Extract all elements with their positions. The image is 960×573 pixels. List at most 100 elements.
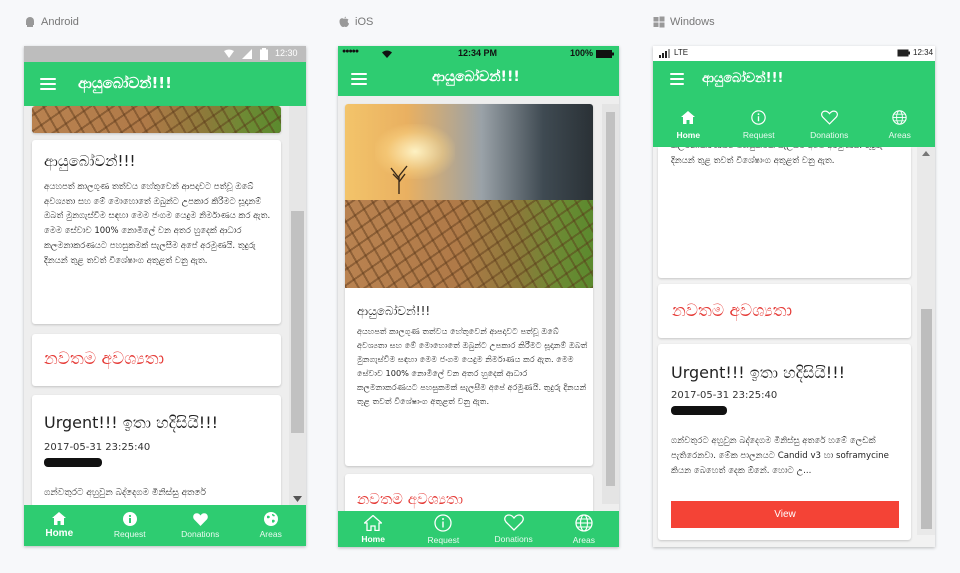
apple-icon: [339, 16, 349, 27]
heart-icon: [503, 514, 524, 531]
windows-status-bar: LTE 12:34: [653, 46, 935, 61]
battery-icon: [897, 49, 910, 57]
tab-label: Home: [676, 129, 701, 140]
tab-areas[interactable]: Areas: [236, 505, 307, 546]
wifi-icon: [224, 49, 234, 58]
urgent-timestamp: 2017-05-31 23:25:40: [671, 390, 778, 401]
platform-label-ios: iOS: [338, 16, 373, 28]
status-time: 12:34 PM: [458, 48, 498, 58]
windows-tab-bar: Home Request Donations Areas: [653, 105, 935, 145]
urgent-body: ගන්වතුරට අහුවුන බද්දෙගම මිනිස්සු අතරේ: [44, 488, 206, 498]
welcome-body: අයහපත් කාලගුණ තත්වය හේතුවෙන් ආපදාවට පත්ව…: [357, 326, 588, 407]
ios-app-bar: ආයුබෝවන්!!!: [338, 62, 619, 96]
signal-icon: [242, 49, 252, 59]
windows-app-bar: ආයුබෝවන්!!! Home Request Donations Areas: [653, 61, 935, 147]
battery-icon: [596, 50, 614, 58]
tab-home[interactable]: Home: [338, 511, 408, 547]
globe-icon: [892, 110, 907, 125]
scroll-up-icon[interactable]: [922, 151, 930, 156]
app-title: ආයුබෝවන්!!!: [702, 71, 784, 86]
platform-name: Android: [41, 16, 79, 28]
urgent-card[interactable]: Urgent!!! ඉතා හදිසියි!!! 2017-05-31 23:2…: [658, 344, 911, 540]
tab-label: Request: [113, 529, 146, 539]
windows-scrollbar[interactable]: [917, 147, 935, 535]
status-time: 12:30: [275, 48, 298, 58]
info-icon: [434, 513, 453, 532]
platform-name: Windows: [670, 16, 715, 28]
heart-icon: [192, 512, 208, 526]
platform-label-windows: Windows: [653, 16, 715, 28]
network-type: LTE: [674, 48, 689, 57]
urgent-title: Urgent!!! ඉතා හදිසියි!!!: [671, 363, 846, 382]
latest-needs-card: නවතම අවශ්‍යතා: [345, 474, 593, 514]
redacted-name: [44, 458, 102, 467]
app-title: ආයුබෝවන්!!!: [78, 74, 172, 92]
menu-icon[interactable]: [351, 73, 367, 88]
menu-icon[interactable]: [670, 73, 684, 88]
wifi-icon: [382, 50, 392, 58]
tab-donations[interactable]: Donations: [165, 505, 236, 546]
latest-needs-heading: නවතම අවශ්‍යතා: [357, 490, 464, 508]
scrollbar-thumb[interactable]: [921, 309, 932, 529]
ios-scrollbar[interactable]: [602, 104, 619, 504]
tab-label: Areas: [888, 130, 911, 140]
hero-image: [32, 106, 281, 133]
latest-needs-card: නවතම අවශ්‍යතා: [658, 284, 911, 338]
tab-label: Donations: [810, 130, 849, 140]
scrollbar-thumb[interactable]: [606, 112, 615, 486]
redacted-name: [671, 406, 727, 415]
view-button[interactable]: View: [671, 501, 899, 528]
scrollbar-thumb[interactable]: [291, 211, 304, 433]
tab-donations[interactable]: Donations: [794, 105, 865, 145]
globe-icon: [263, 512, 278, 526]
tab-label: Areas: [572, 534, 595, 545]
android-tab-bar: Home Request Donations Areas: [24, 505, 306, 546]
urgent-timestamp: 2017-05-31 23:25:40: [44, 442, 151, 453]
heart-icon: [820, 110, 838, 125]
tab-home[interactable]: Home: [653, 105, 724, 145]
tab-areas[interactable]: Areas: [865, 105, 936, 145]
hero-image-card: [32, 106, 281, 133]
welcome-heading: ආයුබෝවන්!!!: [357, 304, 431, 318]
android-scrollbar[interactable]: [289, 106, 306, 505]
signal-dots: ●●●●●: [342, 48, 359, 55]
latest-needs-heading: නවතම අවශ්‍යතා: [672, 301, 793, 321]
tab-request[interactable]: Request: [724, 105, 795, 145]
tab-label: Donations: [494, 534, 533, 544]
latest-needs-heading: නවතම අවශ්‍යතා: [44, 349, 165, 369]
ios-status-bar: ●●●●● 12:34 PM 100%: [338, 46, 619, 62]
welcome-body: අයහපත් කාලගුණ තත්වය හේතුවෙන් ආපදාවට පත්ව…: [44, 182, 271, 266]
android-app-bar: ආයුබෝවන්!!!: [24, 62, 306, 106]
status-time: 12:34: [913, 48, 934, 57]
platform-name: iOS: [355, 16, 374, 28]
tab-home[interactable]: Home: [24, 505, 95, 546]
latest-needs-card: නවතම අවශ්‍යතා: [32, 334, 281, 386]
globe-icon: [575, 513, 593, 532]
tab-areas[interactable]: Areas: [549, 511, 619, 547]
tab-label: Donations: [181, 528, 220, 539]
platform-label-android: Android: [24, 16, 79, 28]
tab-request[interactable]: Request: [95, 505, 166, 546]
dead-tree-icon: [390, 165, 408, 194]
tab-donations[interactable]: Donations: [479, 511, 549, 547]
home-icon: [364, 514, 383, 531]
urgent-body: ගන්වතුරට අහුවුන බද්දෙගම මිනිස්සු අතරේ හම…: [671, 436, 889, 477]
info-icon: [122, 512, 137, 526]
scroll-down-icon[interactable]: [293, 496, 302, 502]
welcome-card: ආයුබෝවන්!!! අයහපත් කාලගුණ තත්වය හේතුවෙන්…: [32, 140, 281, 324]
tab-request[interactable]: Request: [408, 511, 478, 547]
tab-label: Areas: [259, 529, 282, 539]
info-icon: [751, 110, 766, 125]
welcome-heading: ආයුබෝවන්!!!: [44, 152, 136, 170]
android-icon: [26, 17, 34, 27]
android-device: 12:30 ආයුබෝවන්!!! ආයුබෝවන්!!! අයහපත් කාල…: [24, 46, 306, 546]
ios-device: ●●●●● 12:34 PM 100% ආයුබෝවන්!!! ආයුබෝවන්…: [338, 46, 619, 547]
windows-icon: [653, 16, 665, 28]
android-status-bar: 12:30: [24, 46, 306, 62]
urgent-card[interactable]: Urgent!!! ඉතා හදිසියි!!! 2017-05-31 23:2…: [32, 395, 281, 507]
menu-icon[interactable]: [40, 78, 56, 93]
welcome-card: අයහපත් කාලගුණ තත්වය හේතුවෙන් ආපදාවට පත්ව…: [658, 147, 911, 278]
windows-device: LTE 12:34 ආයුබෝවන්!!! Home Request Donat…: [653, 46, 935, 547]
welcome-card: ආයුබෝවන්!!! අයහපත් කාලගුණ තත්වය හේතුවෙන්…: [345, 104, 593, 466]
home-icon: [681, 110, 696, 124]
